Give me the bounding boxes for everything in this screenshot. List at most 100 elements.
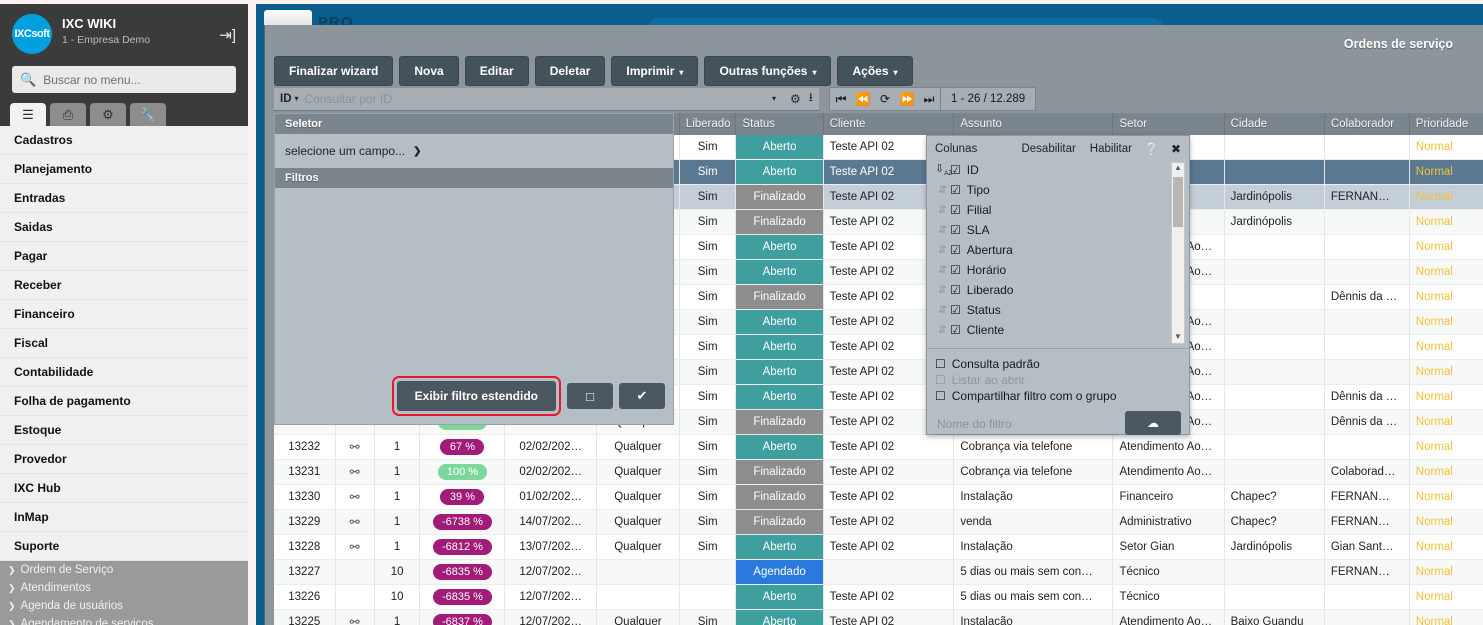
col-cliente[interactable]: Cliente <box>823 113 955 135</box>
query-field-label[interactable]: ID <box>280 93 292 105</box>
settings-tab[interactable]: ⚙ <box>90 103 126 126</box>
scroll-up-icon[interactable]: ▲ <box>1172 163 1184 172</box>
chevron-down-icon[interactable]: ▾ <box>772 94 776 103</box>
col-cidade[interactable]: Cidade <box>1224 113 1325 135</box>
sidebar-subitem-ordem-de-serviço[interactable]: ❯ Ordem de Serviço <box>0 561 248 579</box>
sidebar-item-receber[interactable]: Receber <box>0 271 248 300</box>
table-row[interactable]: 13232 ⚯ 1 67 % 02/02/202… Qualquer Sim Aberto Te… <box>274 434 1483 460</box>
sidebar-item-entradas[interactable]: Entradas <box>0 184 248 213</box>
menu-search-input[interactable] <box>43 72 228 87</box>
column-row-abertura[interactable]: ⇵ ☑ Abertura <box>935 240 1189 260</box>
option-consulta-padrão[interactable]: ☐ Consulta padrão <box>935 357 1181 371</box>
sidebar-item-pagar[interactable]: Pagar <box>0 242 248 271</box>
table-row[interactable]: 13230 ⚯ 1 39 % 01/02/202… Qualquer Sim Finaliza… <box>274 484 1483 510</box>
drag-handle-icon[interactable]: ⇵ <box>935 185 950 196</box>
sidebar-item-contabilidade[interactable]: Contabilidade <box>0 358 248 387</box>
column-checkbox[interactable]: ☑ <box>950 203 961 217</box>
sidebar-item-saidas[interactable]: Saidas <box>0 213 248 242</box>
table-row[interactable]: 13225 ⚯ 1 -6837 % 12/07/202… Qualquer Sim Abert… <box>274 609 1483 625</box>
imprimir-dropdown-button[interactable]: Imprimir ▾ <box>611 56 699 86</box>
acoes-dropdown-button[interactable]: Ações ▾ <box>837 56 913 86</box>
logout-icon[interactable]: ⇥] <box>219 26 236 44</box>
column-checkbox[interactable]: ☑ <box>950 183 961 197</box>
column-row-horário[interactable]: ⇵ ☑ Horário <box>935 260 1189 280</box>
query-field-wrap[interactable]: ID ▾ ▾ ⚙ ⭳ <box>274 87 819 111</box>
column-row-tipo[interactable]: ⇵ ☑ Tipo <box>935 180 1189 200</box>
column-checkbox[interactable]: ☑ <box>950 263 961 277</box>
column-checkbox[interactable]: ☑ <box>950 323 961 337</box>
download-icon[interactable]: ⭳ <box>809 88 813 109</box>
drag-handle-icon[interactable]: ⇵ <box>935 265 950 276</box>
sidebar-item-suporte[interactable]: Suporte <box>0 532 248 561</box>
table-row[interactable]: 13227 10 -6835 % 12/07/202… Agendado 5 dias o… <box>274 559 1483 585</box>
column-row-filial[interactable]: ⇵ ☑ Filial <box>935 200 1189 220</box>
help-icon[interactable]: ❔ <box>1144 142 1159 156</box>
column-row-cliente[interactable]: ⇵ ☑ Cliente <box>935 320 1189 340</box>
option-compartilhar-filtro-com-o-grupo[interactable]: ☐ Compartilhar filtro com o grupo <box>935 389 1181 403</box>
scroll-thumb[interactable] <box>1173 177 1183 227</box>
drag-handle-icon[interactable]: ⇵ <box>935 305 950 316</box>
list-tab[interactable]: ☰ <box>10 103 46 126</box>
eraser-icon[interactable]: □ <box>567 383 613 409</box>
col-liberado[interactable]: Liberado <box>679 113 737 135</box>
sort-az-icon[interactable]: ⇩AZ <box>935 162 952 177</box>
drag-handle-icon[interactable]: ⇵ <box>935 205 950 216</box>
first-page-icon[interactable]: ⏮ <box>830 92 852 107</box>
col-prioridade[interactable]: Prioridade <box>1409 113 1483 135</box>
table-row[interactable]: 13228 ⚯ 1 -6812 % 13/07/202… Qualquer Sim Abert… <box>274 534 1483 560</box>
enable-all-link[interactable]: Habilitar <box>1090 143 1132 155</box>
disable-all-link[interactable]: Desabilitar <box>1021 143 1075 155</box>
check-icon[interactable]: ✔ <box>619 383 665 409</box>
col-setor[interactable]: Setor <box>1112 113 1225 135</box>
checkbox-icon[interactable]: ☐ <box>935 389 946 403</box>
col-colaborador[interactable]: Colaborador <box>1324 113 1410 135</box>
table-row[interactable]: 13229 ⚯ 1 -6738 % 14/07/202… Qualquer Sim Final… <box>274 509 1483 535</box>
sidebar-subitem-agendamento-de-serviços[interactable]: ❯ Agendamento de serviços <box>0 615 248 625</box>
columns-scrollbar[interactable]: ▲ ▼ <box>1171 162 1185 344</box>
column-checkbox[interactable]: ☑ <box>950 283 961 297</box>
last-page-icon[interactable]: ⏭ <box>918 92 940 107</box>
drag-handle-icon[interactable]: ⇵ <box>935 225 950 236</box>
scroll-down-icon[interactable]: ▼ <box>1172 332 1184 341</box>
print-tab[interactable]: ⎙ <box>50 103 86 126</box>
finalizar-wizard-button[interactable]: Finalizar wizard <box>274 56 394 86</box>
col-status[interactable]: Status <box>735 113 824 135</box>
drag-handle-icon[interactable]: ⇵ <box>935 325 950 336</box>
close-icon[interactable]: ✖ <box>1171 142 1181 156</box>
gear-icon[interactable]: ⚙ <box>790 92 801 106</box>
next-page-icon[interactable]: ⏩ <box>896 92 918 106</box>
menu-search-box[interactable]: 🔍 <box>12 66 236 93</box>
deletar-button[interactable]: Deletar <box>534 56 606 86</box>
sidebar-item-fiscal[interactable]: Fiscal <box>0 329 248 358</box>
sidebar-item-estoque[interactable]: Estoque <box>0 416 248 445</box>
chevron-down-icon[interactable]: ▾ <box>295 94 299 103</box>
sidebar-item-financeiro[interactable]: Financeiro <box>0 300 248 329</box>
column-checkbox[interactable]: ☑ <box>950 223 961 237</box>
outras-funcoes-dropdown-button[interactable]: Outras funções ▾ <box>704 56 832 86</box>
cloud-upload-icon[interactable]: ☁ <box>1125 411 1181 435</box>
column-row-sla[interactable]: ⇵ ☑ SLA <box>935 220 1189 240</box>
sidebar-subitem-agenda-de-usuários[interactable]: ❯ Agenda de usuários <box>0 597 248 615</box>
refresh-icon[interactable]: ⟳ <box>874 92 896 106</box>
sidebar-item-planejamento[interactable]: Planejamento <box>0 155 248 184</box>
editar-button[interactable]: Editar <box>464 56 529 86</box>
tools-tab[interactable]: 🔧 <box>130 103 166 126</box>
columns-list[interactable]: ⇩AZ ☑ ID ⇵ ☑ Tipo ⇵ ☑ Filial ⇵ ☑ SLA ⇵ ☑ Abertura ⇵ ☑ Hor… <box>927 160 1189 348</box>
column-checkbox[interactable]: ☑ <box>950 243 961 257</box>
sidebar-item-inmap[interactable]: InMap <box>0 503 248 532</box>
sidebar-item-provedor[interactable]: Provedor <box>0 445 248 474</box>
column-row-status[interactable]: ⇵ ☑ Status <box>935 300 1189 320</box>
nova-button[interactable]: Nova <box>399 56 459 86</box>
query-input[interactable] <box>304 91 770 106</box>
sidebar-subitem-atendimentos[interactable]: ❯ Atendimentos <box>0 579 248 597</box>
column-checkbox[interactable]: ☑ <box>950 163 961 177</box>
column-row-id[interactable]: ⇩AZ ☑ ID <box>935 160 1189 180</box>
drag-handle-icon[interactable]: ⇵ <box>935 285 950 296</box>
column-row-liberado[interactable]: ⇵ ☑ Liberado <box>935 280 1189 300</box>
prev-page-icon[interactable]: ⏪ <box>852 92 874 106</box>
checkbox-icon[interactable]: ☐ <box>935 357 946 371</box>
col-assunto[interactable]: Assunto <box>953 113 1114 135</box>
field-select[interactable]: selecione um campo... ❯ <box>275 134 673 168</box>
sidebar-item-folha-de-pagamento[interactable]: Folha de pagamento <box>0 387 248 416</box>
sidebar-item-ixc-hub[interactable]: IXC Hub <box>0 474 248 503</box>
